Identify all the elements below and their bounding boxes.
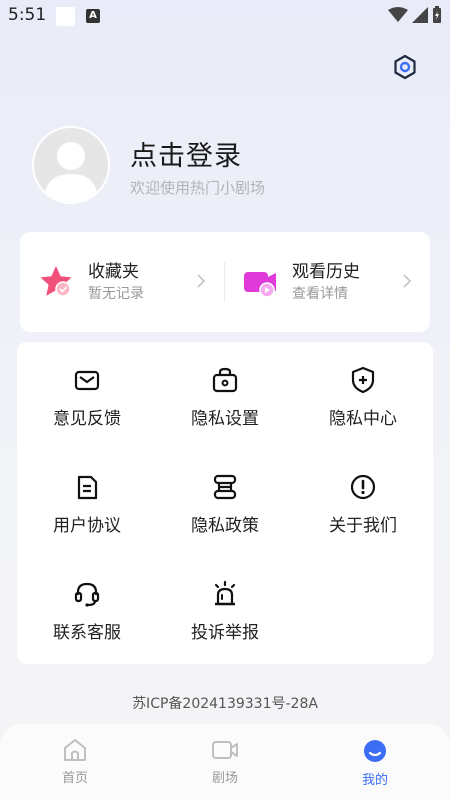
- tab-label: 首页: [61, 771, 88, 786]
- profile-mascot-icon: [364, 740, 386, 762]
- tab-label: 剧场: [211, 771, 238, 786]
- welcome-text: 欢迎使用热门小剧场: [130, 179, 266, 197]
- status-indicators: [388, 6, 442, 24]
- menu-item-user-agreement[interactable]: 用户协议: [17, 473, 157, 536]
- history-subtitle: 查看详情: [292, 286, 348, 302]
- video-camera-icon: [212, 741, 238, 759]
- status-time: 5:51: [8, 5, 47, 25]
- alarm-siren-icon: [214, 580, 236, 606]
- history-entry[interactable]: 观看历史 查看详情: [242, 232, 360, 332]
- chevron-right-icon: [403, 274, 412, 288]
- video-history-icon: [242, 264, 278, 300]
- menu-label: 隐私政策: [191, 516, 259, 536]
- divider: [224, 262, 225, 302]
- history-title: 观看历史: [292, 262, 360, 282]
- tab-label: 我的: [361, 773, 388, 788]
- notification-a-icon: A: [86, 9, 100, 23]
- headset-icon: [74, 582, 100, 607]
- menu-label: 隐私中心: [329, 409, 397, 429]
- menu-grid: 意见反馈 隐私设置 隐私中心 用户协议 隐私政策 关于我们 联系客服 投诉举报: [17, 342, 433, 664]
- wifi-icon: [388, 7, 408, 22]
- star-favorite-icon: [38, 264, 74, 300]
- settings-button[interactable]: [390, 52, 420, 82]
- lock-bag-icon: [212, 367, 238, 393]
- document-icon: [77, 475, 98, 500]
- tab-theater[interactable]: 剧场: [185, 738, 265, 786]
- policy-stack-icon: [213, 474, 237, 500]
- menu-label: 意见反馈: [53, 409, 121, 429]
- mail-icon: [74, 370, 100, 391]
- home-icon: [64, 739, 86, 761]
- login-title[interactable]: 点击登录: [130, 134, 242, 173]
- default-avatar-icon: [44, 142, 98, 202]
- info-exclamation-icon: [350, 474, 376, 500]
- menu-label: 联系客服: [53, 623, 121, 643]
- status-bar: 5:51 A: [0, 0, 450, 32]
- menu-item-customer-service[interactable]: 联系客服: [17, 580, 157, 643]
- battery-icon: [433, 6, 441, 23]
- menu-item-privacy-settings[interactable]: 隐私设置: [155, 366, 295, 429]
- favorites-entry[interactable]: 收藏夹 暂无记录: [38, 232, 144, 332]
- favorites-title: 收藏夹: [88, 262, 139, 282]
- tab-mine[interactable]: 我的: [335, 738, 415, 788]
- notification-square-icon: [56, 7, 75, 26]
- bottom-tab-bar: 首页 剧场 我的: [0, 724, 450, 800]
- menu-label: 关于我们: [329, 516, 397, 536]
- menu-label: 用户协议: [53, 516, 121, 536]
- settings-hexagon-icon: [394, 54, 416, 80]
- menu-item-privacy-center[interactable]: 隐私中心: [293, 366, 433, 429]
- menu-item-about-us[interactable]: 关于我们: [293, 473, 433, 536]
- chevron-right-icon: [197, 274, 206, 288]
- shield-plus-icon: [351, 366, 375, 394]
- menu-item-complaint-report[interactable]: 投诉举报: [155, 580, 295, 643]
- menu-label: 隐私设置: [191, 409, 259, 429]
- tab-home[interactable]: 首页: [35, 738, 115, 786]
- menu-item-privacy-policy[interactable]: 隐私政策: [155, 473, 295, 536]
- menu-item-feedback[interactable]: 意见反馈: [17, 366, 157, 429]
- menu-label: 投诉举报: [191, 623, 259, 643]
- icp-record: 苏ICP备2024139331号-28A: [132, 696, 318, 712]
- signal-icon: [412, 7, 428, 23]
- avatar[interactable]: [32, 126, 110, 204]
- favorites-subtitle: 暂无记录: [88, 286, 144, 302]
- quick-access-card: 收藏夹 暂无记录 观看历史 查看详情: [20, 232, 430, 332]
